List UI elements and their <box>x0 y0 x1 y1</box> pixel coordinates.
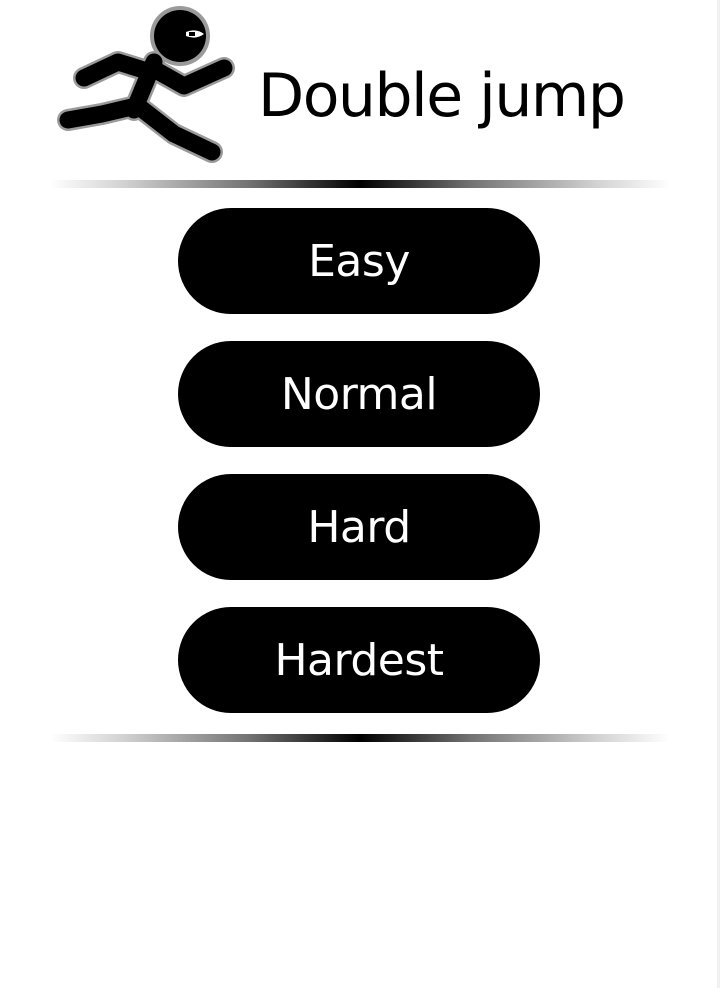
bottom-divider <box>50 734 670 742</box>
normal-button[interactable]: Normal <box>178 341 540 447</box>
hardest-button[interactable]: Hardest <box>178 607 540 713</box>
header: Double jump <box>0 0 720 170</box>
stick-figure-runner-icon <box>57 6 235 163</box>
difficulty-menu: Easy Normal Hard Hardest <box>178 208 540 740</box>
app-title: Double jump <box>258 61 626 131</box>
difficulty-screen: Double jump Easy Normal Hard Hardest <box>0 0 720 988</box>
easy-button[interactable]: Easy <box>178 208 540 314</box>
hard-button[interactable]: Hard <box>178 474 540 580</box>
top-divider <box>50 180 670 188</box>
